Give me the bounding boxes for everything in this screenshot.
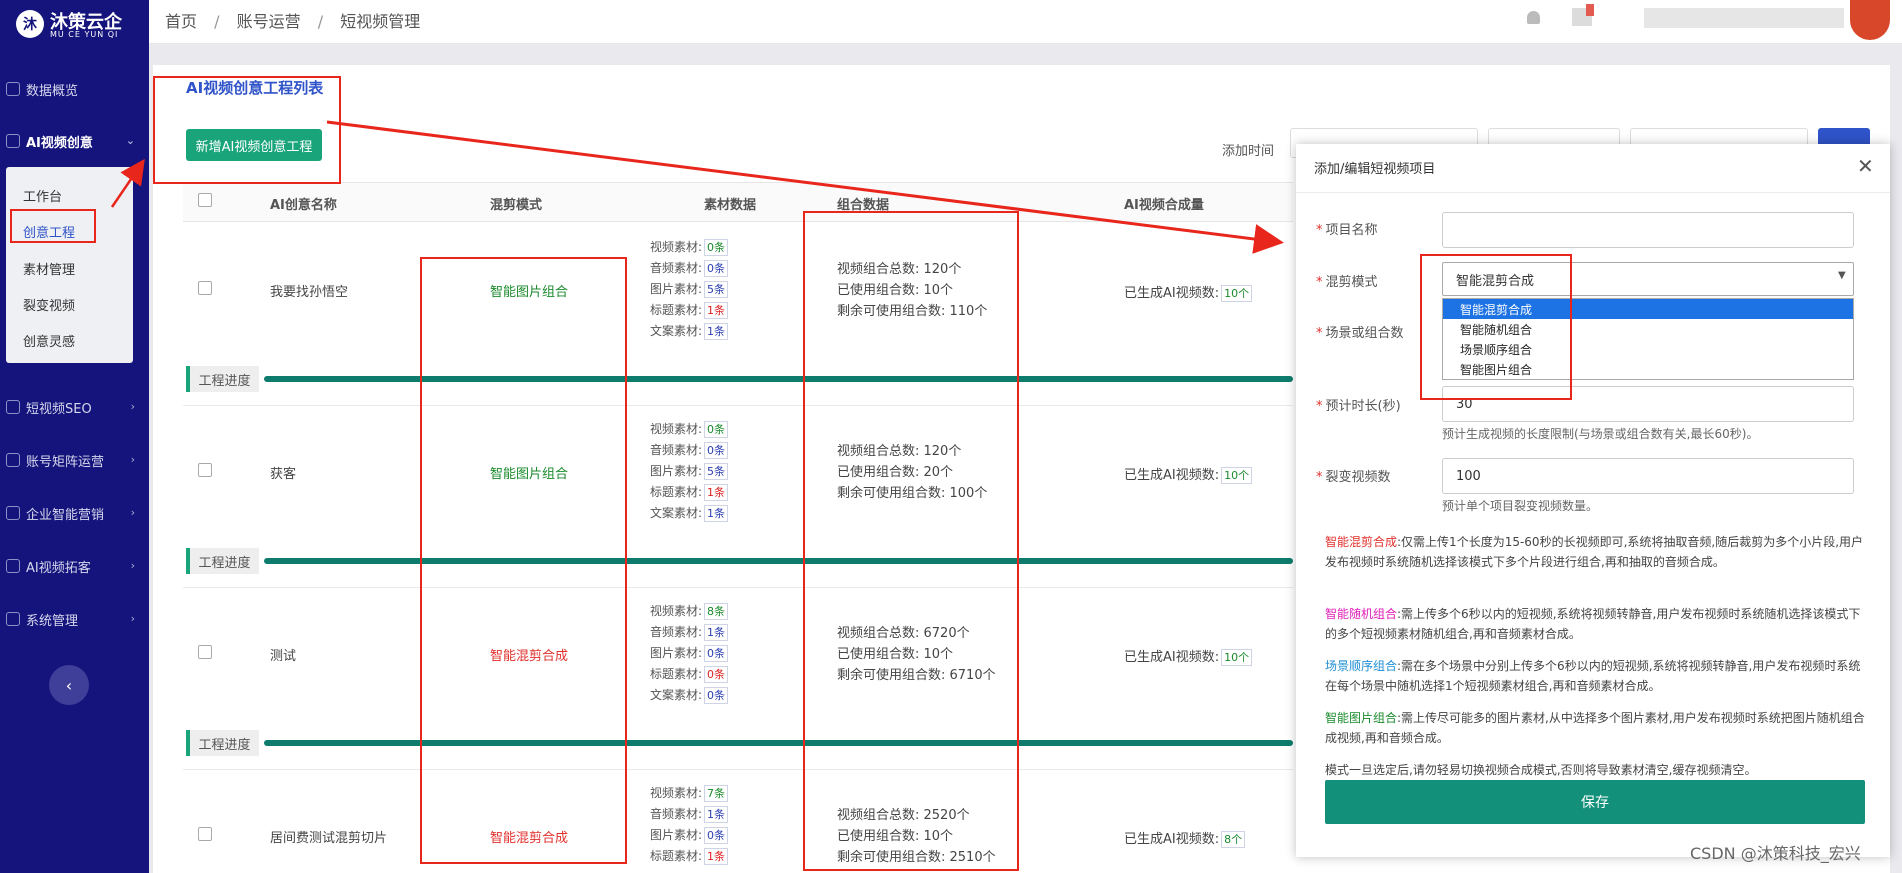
watermark: CSDN @沐策科技_宏兴 <box>1690 844 1861 863</box>
annotation-arrow <box>326 120 1284 254</box>
annotation-arrows <box>110 120 1284 254</box>
annotation-arrow <box>110 158 145 208</box>
